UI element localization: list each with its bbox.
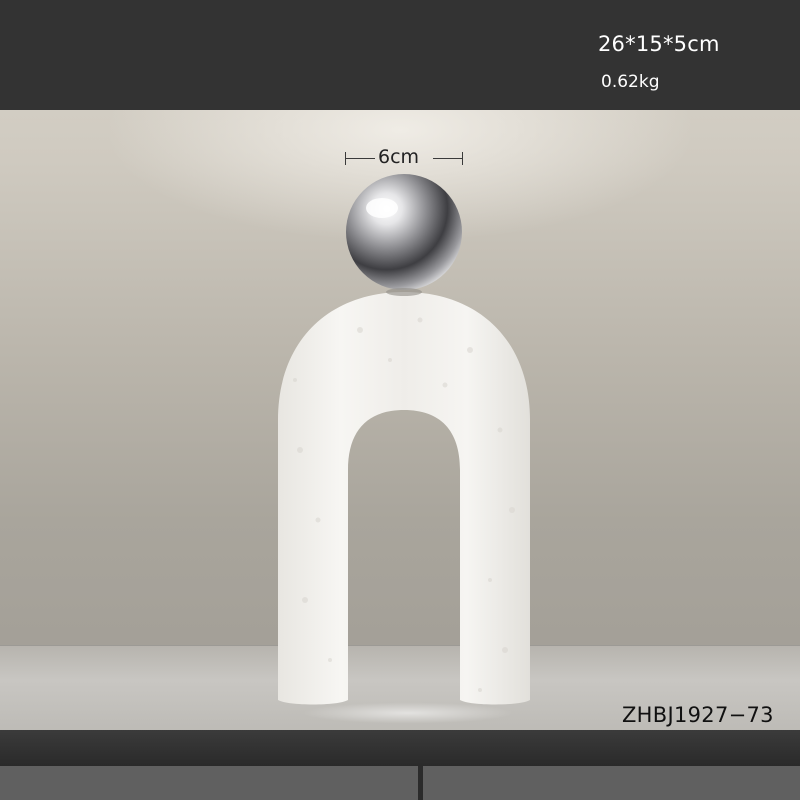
ball-base bbox=[386, 288, 422, 296]
sculpture-graphic bbox=[278, 174, 530, 705]
product-photo: 26*15*5cm 0.62kg 6cm ZHBJ1927−73 bbox=[0, 0, 800, 800]
product-code: ZHBJ1927−73 bbox=[622, 703, 774, 727]
measure-tick-right bbox=[462, 152, 463, 165]
chrome-ball bbox=[346, 174, 462, 290]
ball-width-label: 6cm bbox=[378, 146, 420, 168]
measure-line-right bbox=[433, 158, 463, 159]
measure-line-left bbox=[345, 158, 375, 159]
ball-width-measure: 6cm bbox=[345, 146, 463, 172]
ball-highlight bbox=[366, 198, 398, 218]
